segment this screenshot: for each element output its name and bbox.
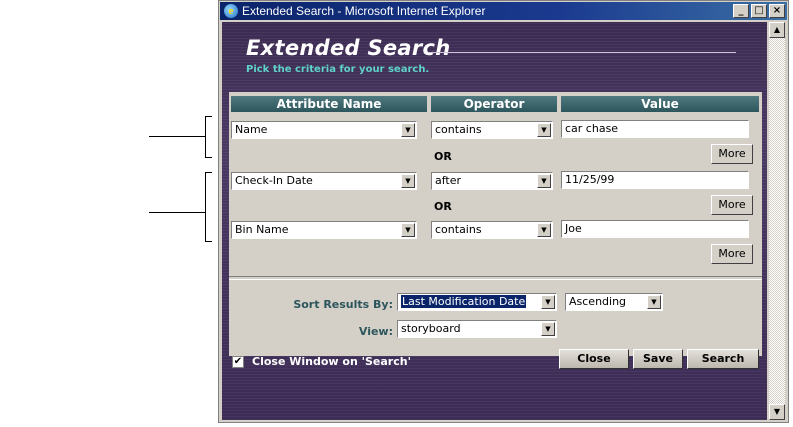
close-button[interactable]: Close <box>559 349 629 369</box>
attribute-select-3-value: Bin Name <box>235 223 289 236</box>
title-bar[interactable]: e Extended Search - Microsoft Internet E… <box>220 2 787 20</box>
sort-label: Sort Results By: <box>293 298 393 311</box>
criteria-panel: Attribute Name Operator Value Name ▼ con… <box>229 92 762 356</box>
column-header-attribute: Attribute Name <box>231 96 427 112</box>
page-subtitle: Pick the criteria for your search. <box>246 64 430 75</box>
search-button[interactable]: Search <box>687 349 759 369</box>
sort-order-value: Ascending <box>569 295 627 308</box>
chevron-down-icon[interactable]: ▼ <box>647 295 661 309</box>
chevron-down-icon[interactable]: ▼ <box>537 174 551 188</box>
or-connector-2: OR <box>434 200 452 213</box>
window-title: Extended Search - Microsoft Internet Exp… <box>242 4 486 18</box>
minimize-button[interactable]: _ <box>733 4 749 18</box>
search-dialog-content: Extended Search Pick the criteria for yo… <box>222 22 767 420</box>
chevron-down-icon[interactable]: ▼ <box>541 295 555 309</box>
save-button[interactable]: Save <box>633 349 683 369</box>
section-divider <box>229 276 762 280</box>
more-button-3[interactable]: More <box>711 244 753 264</box>
operator-select-2[interactable]: after ▼ <box>431 172 553 190</box>
chevron-down-icon[interactable]: ▼ <box>537 123 551 137</box>
operator-select-1-value: contains <box>435 123 482 136</box>
annotation-line-1 <box>149 136 205 137</box>
title-underline <box>428 52 736 53</box>
chevron-down-icon[interactable]: ▼ <box>537 223 551 237</box>
scroll-down-icon[interactable]: ▼ <box>769 404 785 420</box>
more-button-1[interactable]: More <box>711 144 753 164</box>
chevron-down-icon[interactable]: ▼ <box>401 174 415 188</box>
browser-window: e Extended Search - Microsoft Internet E… <box>218 0 789 423</box>
operator-select-2-value: after <box>435 174 462 187</box>
chevron-down-icon[interactable]: ▼ <box>401 223 415 237</box>
value-input-2[interactable]: 11/25/99 <box>561 171 749 189</box>
close-window-button[interactable]: × <box>769 4 785 18</box>
sort-order-select[interactable]: Ascending ▼ <box>565 293 663 311</box>
attribute-select-2-value: Check-In Date <box>235 174 313 187</box>
operator-select-3-value: contains <box>435 223 482 236</box>
vertical-scrollbar[interactable]: ▲ ▼ <box>769 22 785 420</box>
view-label: View: <box>358 325 393 338</box>
column-header-value: Value <box>561 96 759 112</box>
operator-select-3[interactable]: contains ▼ <box>431 221 553 239</box>
scroll-up-icon[interactable]: ▲ <box>769 22 785 38</box>
attribute-select-3[interactable]: Bin Name ▼ <box>231 221 417 239</box>
close-on-search-label[interactable]: Close Window on 'Search' <box>252 355 411 368</box>
attribute-select-1[interactable]: Name ▼ <box>231 121 417 139</box>
internet-explorer-icon: e <box>224 4 238 18</box>
view-select-value: storyboard <box>401 322 461 335</box>
attribute-select-2[interactable]: Check-In Date ▼ <box>231 172 417 190</box>
column-header-operator: Operator <box>431 96 557 112</box>
close-on-search-checkbox[interactable]: ✔ <box>232 356 244 368</box>
value-input-3[interactable]: Joe <box>561 220 749 238</box>
chevron-down-icon[interactable]: ▼ <box>541 322 555 336</box>
attribute-select-1-value: Name <box>235 123 268 136</box>
annotation-line-2 <box>149 212 205 213</box>
annotation-bracket-1 <box>205 116 212 158</box>
value-input-1[interactable]: car chase <box>561 120 749 138</box>
annotation-bracket-2 <box>205 172 212 242</box>
operator-select-1[interactable]: contains ▼ <box>431 121 553 139</box>
page-title: Extended Search <box>246 36 451 60</box>
maximize-button[interactable]: □ <box>751 4 767 18</box>
chevron-down-icon[interactable]: ▼ <box>401 123 415 137</box>
sort-field-value: Last Modification Date <box>401 295 527 308</box>
or-connector-1: OR <box>434 150 452 163</box>
view-select[interactable]: storyboard ▼ <box>397 320 557 338</box>
more-button-2[interactable]: More <box>711 195 753 215</box>
sort-field-select[interactable]: Last Modification Date ▼ <box>397 293 557 311</box>
